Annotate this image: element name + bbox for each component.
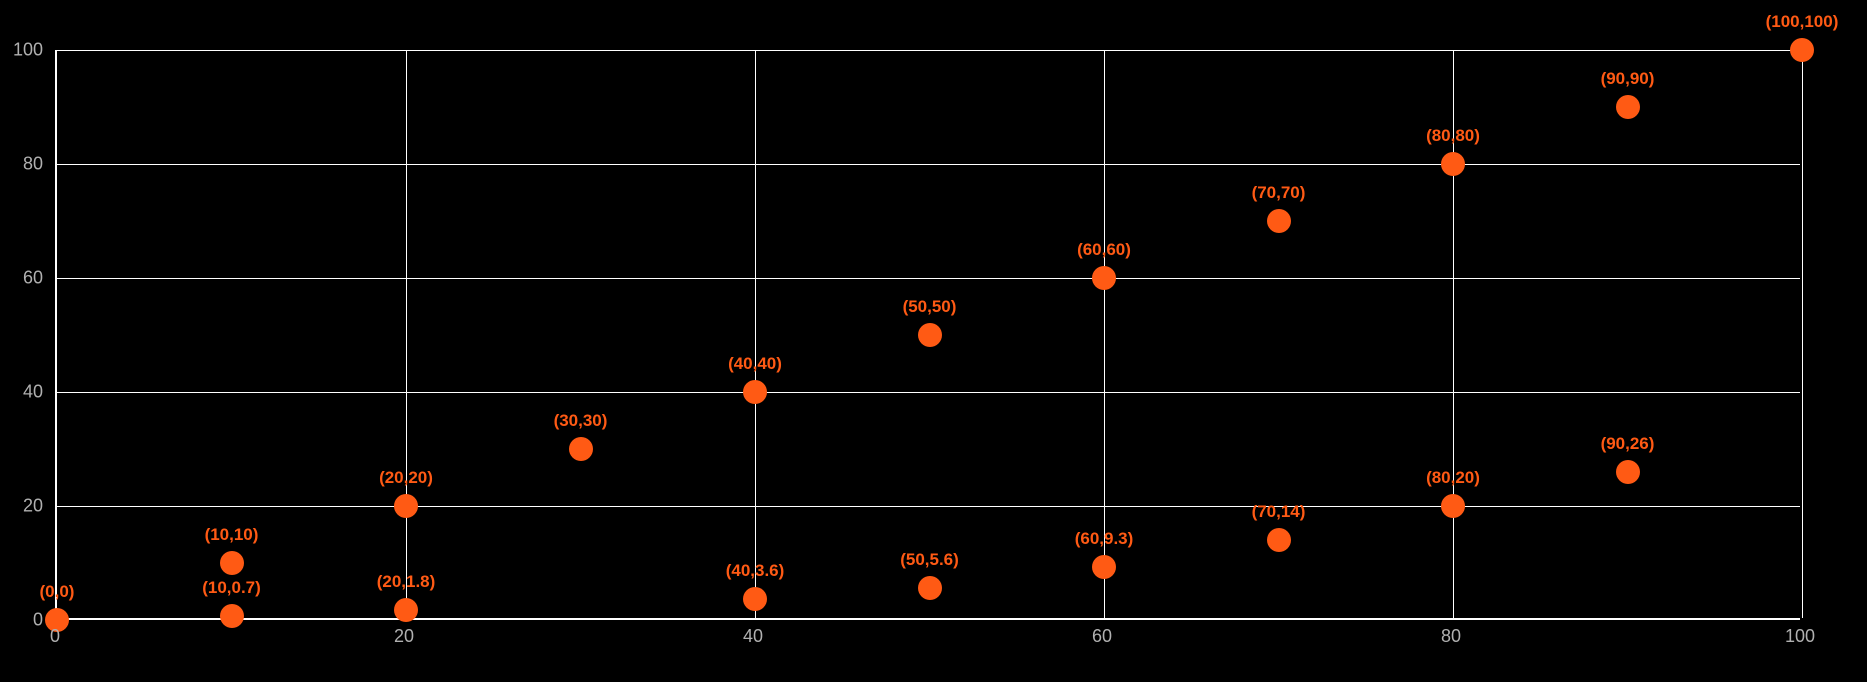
data-point[interactable]: [1092, 266, 1116, 290]
data-point-label: (80,80): [1426, 126, 1480, 146]
y-tick-label: 20: [0, 496, 43, 517]
data-point[interactable]: [569, 437, 593, 461]
data-point[interactable]: [1092, 555, 1116, 579]
data-point-label: (0,0): [40, 582, 75, 602]
y-tick-label: 40: [0, 382, 43, 403]
data-point-label: (10,10): [205, 525, 259, 545]
data-point[interactable]: [1790, 38, 1814, 62]
data-point-label: (40,3.6): [726, 561, 785, 581]
data-point[interactable]: [1441, 152, 1465, 176]
data-point-label: (40,40): [728, 354, 782, 374]
data-point[interactable]: [918, 576, 942, 600]
x-tick-label: 40: [743, 626, 763, 647]
data-point[interactable]: [1616, 460, 1640, 484]
data-point[interactable]: [743, 380, 767, 404]
data-point-label: (20,1.8): [377, 572, 436, 592]
data-point-label: (30,30): [554, 411, 608, 431]
data-point-label: (80,20): [1426, 468, 1480, 488]
y-tick-label: 0: [0, 610, 43, 631]
x-tick-label: 80: [1441, 626, 1461, 647]
data-point[interactable]: [918, 323, 942, 347]
data-point[interactable]: [1441, 494, 1465, 518]
gridline-horizontal: [57, 392, 1800, 393]
gridline-horizontal: [57, 50, 1800, 51]
gridline-vertical: [1802, 50, 1803, 618]
y-tick-label: 80: [0, 154, 43, 175]
x-tick-label: 0: [50, 626, 60, 647]
data-point-label: (50,50): [903, 297, 957, 317]
scatter-chart: (0,0) (10,10) (20,20) (30,30) (40,40) (50,50)…: [0, 0, 1867, 682]
gridline-horizontal: [57, 164, 1800, 165]
gridline-vertical: [755, 50, 756, 618]
gridline-horizontal: [57, 278, 1800, 279]
data-point-label: (70,70): [1252, 183, 1306, 203]
data-point-label: (90,90): [1601, 69, 1655, 89]
plot-area: (0,0)(10,10)(20,20)(30,30)(40,40)(50,50)…: [55, 50, 1800, 620]
data-point-label: (100,100): [1766, 12, 1839, 32]
y-tick-label: 100: [0, 40, 43, 61]
data-point[interactable]: [220, 551, 244, 575]
data-point[interactable]: [1267, 209, 1291, 233]
x-tick-label: 100: [1785, 626, 1815, 647]
gridline-horizontal: [57, 506, 1800, 507]
x-tick-label: 20: [394, 626, 414, 647]
data-point-label: (60,9.3): [1075, 529, 1134, 549]
y-tick-label: 60: [0, 268, 43, 289]
data-point-label: (90,26): [1601, 434, 1655, 454]
data-point[interactable]: [394, 494, 418, 518]
data-point-label: (60,60): [1077, 240, 1131, 260]
data-point-label: (20,20): [379, 468, 433, 488]
data-point[interactable]: [1616, 95, 1640, 119]
data-point[interactable]: [394, 598, 418, 622]
data-point-label: (10,0.7): [202, 578, 261, 598]
gridline-vertical: [406, 50, 407, 618]
data-point-label: (70,14): [1252, 502, 1306, 522]
data-point[interactable]: [1267, 528, 1291, 552]
data-point-label: (50,5.6): [900, 550, 959, 570]
data-point[interactable]: [220, 604, 244, 628]
data-point[interactable]: [743, 587, 767, 611]
x-tick-label: 60: [1092, 626, 1112, 647]
